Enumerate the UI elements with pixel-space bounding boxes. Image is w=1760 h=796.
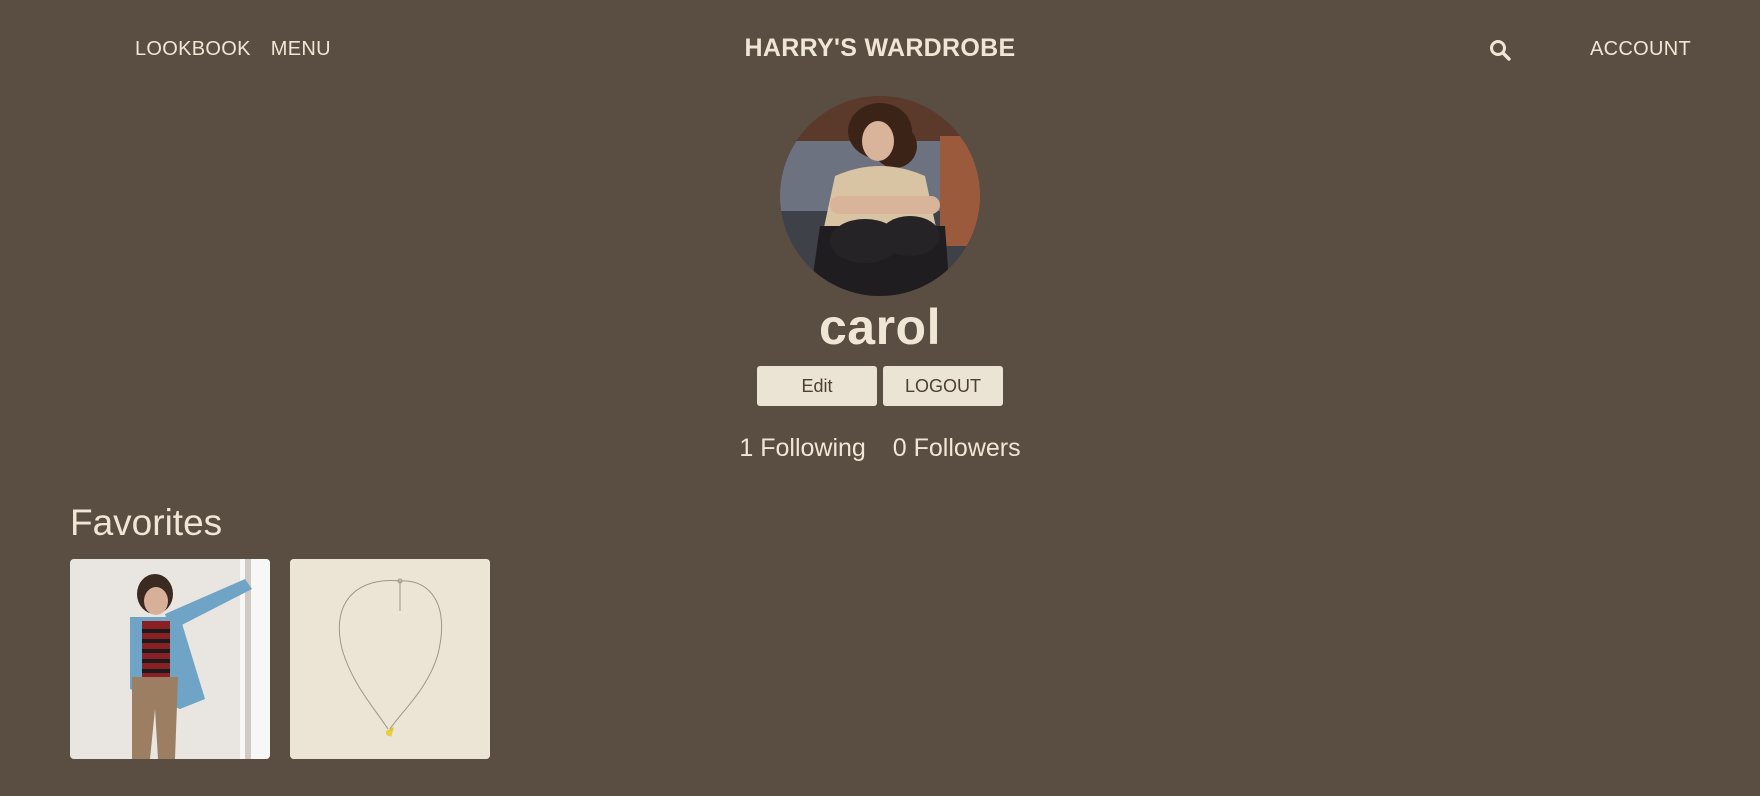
- account-link[interactable]: ACCOUNT: [1590, 38, 1691, 61]
- logout-button[interactable]: LOGOUT: [883, 366, 1003, 406]
- search-icon[interactable]: [1488, 38, 1512, 62]
- favorites-heading: Favorites: [70, 502, 223, 543]
- favorite-item-necklace[interactable]: [290, 559, 490, 759]
- following-count[interactable]: 1 Following: [739, 434, 865, 462]
- favorite-item-outfit[interactable]: [70, 559, 270, 759]
- brand-link[interactable]: HARRY'S WARDROBE: [745, 34, 1016, 62]
- profile-username: carol: [818, 299, 941, 355]
- profile-avatar: [780, 96, 980, 296]
- edit-profile-button[interactable]: Edit: [757, 366, 877, 406]
- followers-count[interactable]: 0 Followers: [893, 434, 1021, 462]
- follow-stats: 1 Following 0 Followers: [0, 434, 1760, 463]
- site-header: LOOKBOOK MENU HARRY'S WARDROBE ACCOUNT: [0, 0, 1760, 100]
